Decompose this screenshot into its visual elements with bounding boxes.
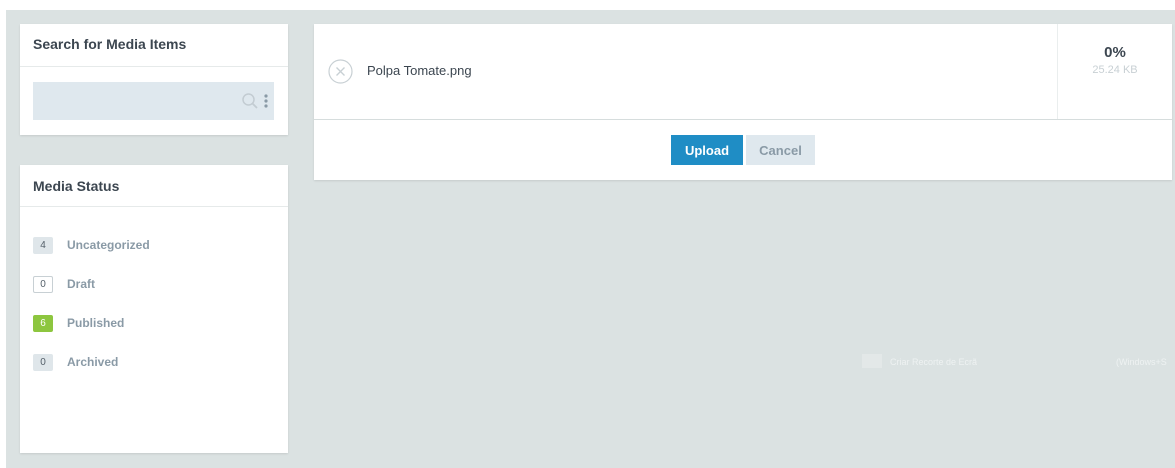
status-count-badge: 0 — [33, 275, 53, 293]
status-panel-divider — [20, 206, 288, 207]
upload-row-divider — [314, 119, 1172, 120]
status-count-badge: 6 — [33, 314, 53, 332]
upload-file-row: Polpa Tomate.png 0% 25.24 KB — [314, 24, 1172, 119]
upload-actions: Upload Cancel — [671, 135, 815, 165]
search-input[interactable] — [33, 82, 223, 120]
status-item-uncategorized[interactable]: 4 Uncategorized — [33, 235, 150, 255]
status-item-archived[interactable]: 0 Archived — [33, 352, 150, 372]
close-circle-icon[interactable] — [328, 59, 353, 84]
status-item-published[interactable]: 6 Published — [33, 313, 150, 333]
upload-button[interactable]: Upload — [671, 135, 743, 165]
search-panel-title: Search for Media Items — [33, 36, 187, 52]
search-media-panel: Search for Media Items — [20, 24, 288, 135]
upload-progress-percent: 0% — [1104, 44, 1126, 61]
status-label[interactable]: Published — [67, 316, 124, 330]
media-status-panel: Media Status 4 Uncategorized 0 Draft 6 P… — [20, 165, 288, 453]
upload-file-name: Polpa Tomate.png — [367, 63, 472, 78]
cancel-button[interactable]: Cancel — [746, 135, 815, 165]
status-panel-title: Media Status — [33, 178, 120, 194]
upload-progress-cell: 0% 25.24 KB — [1057, 24, 1172, 119]
status-list: 4 Uncategorized 0 Draft 6 Published 0 Ar… — [33, 235, 150, 391]
status-label[interactable]: Archived — [67, 355, 118, 369]
kebab-menu-icon[interactable] — [263, 93, 269, 109]
status-count-badge: 4 — [33, 236, 53, 254]
snip-tool-label: Criar Recorte de Ecrã — [890, 357, 978, 367]
upload-queue-panel: Polpa Tomate.png 0% 25.24 KB Upload Canc… — [314, 24, 1172, 180]
snip-tool-shortcut: (Windows+S — [1116, 357, 1167, 367]
snip-tool-icon — [862, 354, 882, 368]
status-count-badge: 0 — [33, 353, 53, 371]
status-item-draft[interactable]: 0 Draft — [33, 274, 150, 294]
status-label[interactable]: Draft — [67, 277, 95, 291]
upload-file-size: 25.24 KB — [1092, 64, 1138, 76]
search-icon[interactable] — [241, 92, 259, 110]
status-label[interactable]: Uncategorized — [67, 238, 150, 252]
search-panel-divider — [20, 66, 288, 67]
search-box — [33, 82, 274, 120]
